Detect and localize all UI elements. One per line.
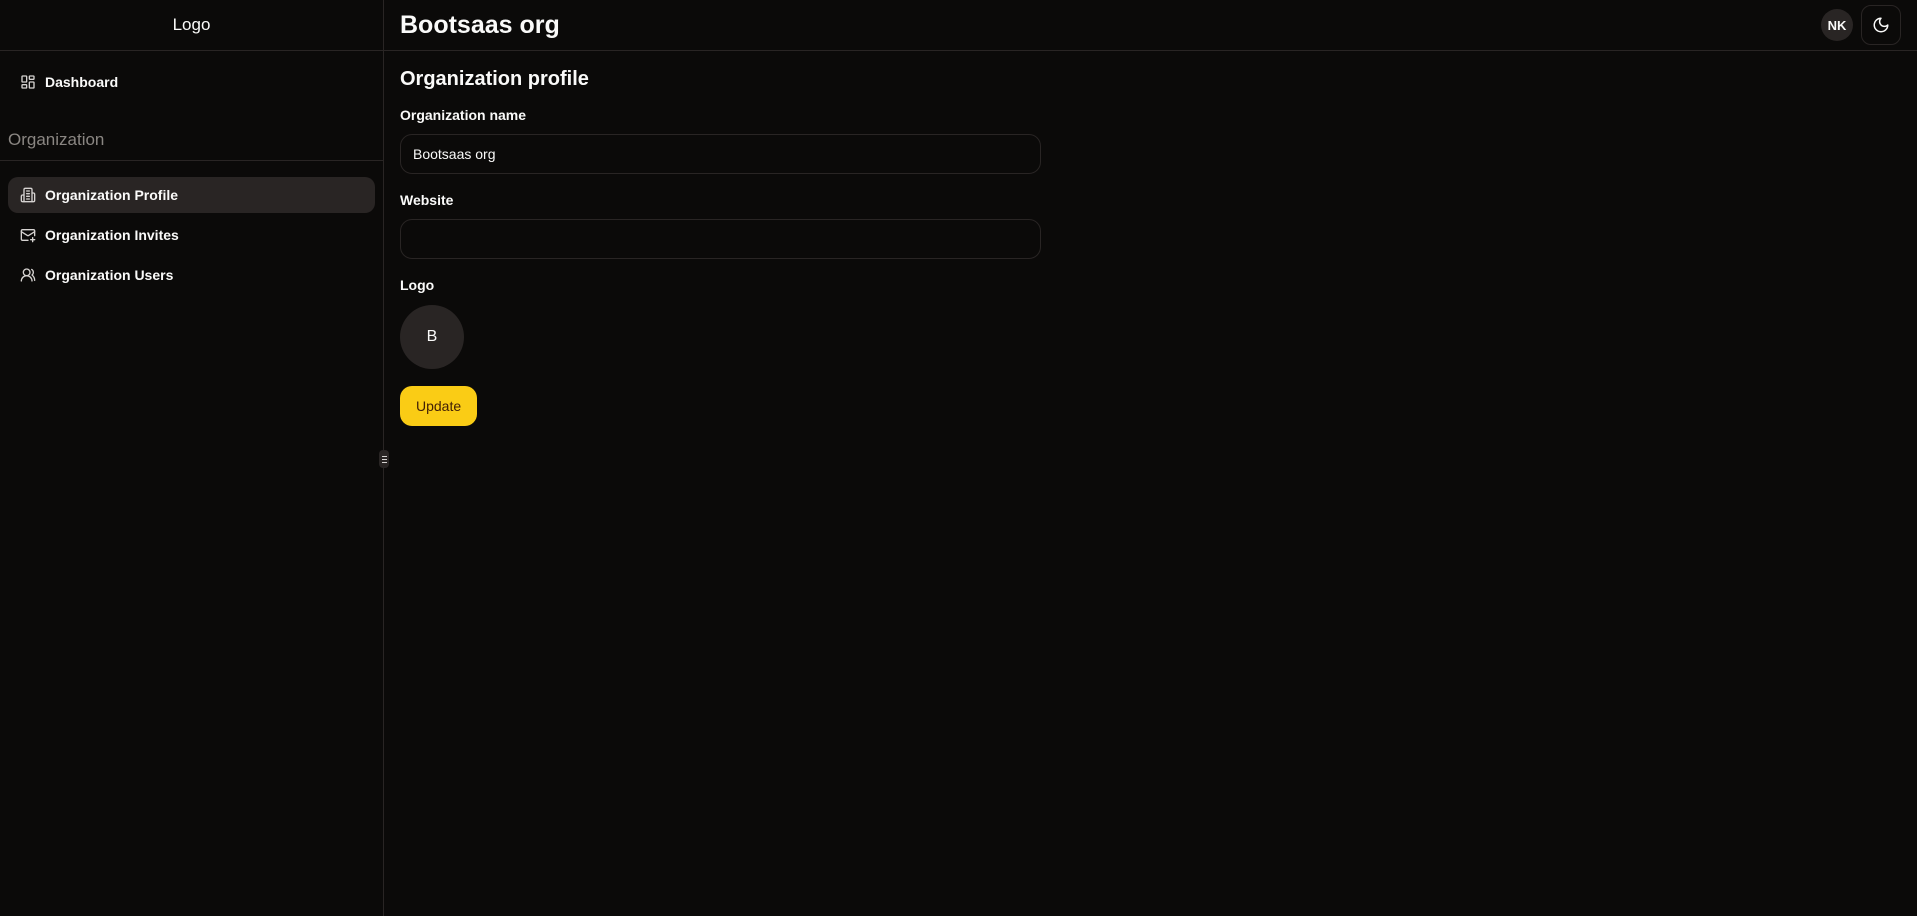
building-icon [20,187,36,203]
sidebar-resize-handle[interactable] [379,450,389,468]
grip-line [381,458,387,460]
organization-logo-avatar[interactable]: B [400,305,464,369]
sidebar-logo[interactable]: Logo [0,0,383,51]
website-label: Website [400,192,454,208]
grip-line [381,461,387,463]
update-button[interactable]: Update [400,386,478,426]
organization-name-input[interactable] [400,134,1041,174]
sidebar-nav-top: Dashboard [0,51,383,100]
sidebar-item-organization-invites[interactable]: Organization Invites [8,217,375,253]
user-avatar[interactable]: NK [1821,9,1853,41]
sidebar-nav-organization: Organization Profile Organization Invite… [0,161,383,293]
topbar-actions: NK [1821,5,1901,45]
mail-plus-icon [20,229,36,243]
sidebar-item-organization-profile[interactable]: Organization Profile [8,177,375,213]
sidebar-item-dashboard[interactable]: Dashboard [8,64,375,100]
sidebar-item-organization-users[interactable]: Organization Users [8,257,375,293]
logo-label: Logo [400,277,435,293]
topbar: Bootsaas org NK [384,0,1917,51]
dashboard-grid-icon [21,75,35,89]
organization-name-label: Organization name [400,107,527,123]
main-area: Bootsaas org NK Organization profile Org… [384,0,1917,916]
organization-profile-form: Organization profile Organization name W… [384,51,1917,443]
sidebar-item-label: Organization Users [45,267,174,283]
page-title: Bootsaas org [400,10,560,39]
grip-line [381,455,387,457]
website-input[interactable] [400,219,1041,259]
app-shell: Logo Dashboard Organization Organization… [0,0,1917,916]
sidebar-item-label: Organization Invites [45,227,179,243]
sidebar-group-label: Organization [0,130,383,161]
sidebar-item-label: Organization Profile [45,187,179,203]
sidebar: Logo Dashboard Organization Organization… [0,0,389,916]
section-title: Organization profile [400,68,589,90]
sidebar-item-label: Dashboard [45,74,119,90]
theme-toggle-button[interactable] [1861,5,1901,45]
moon-icon [1873,17,1889,33]
users-icon [20,268,36,282]
